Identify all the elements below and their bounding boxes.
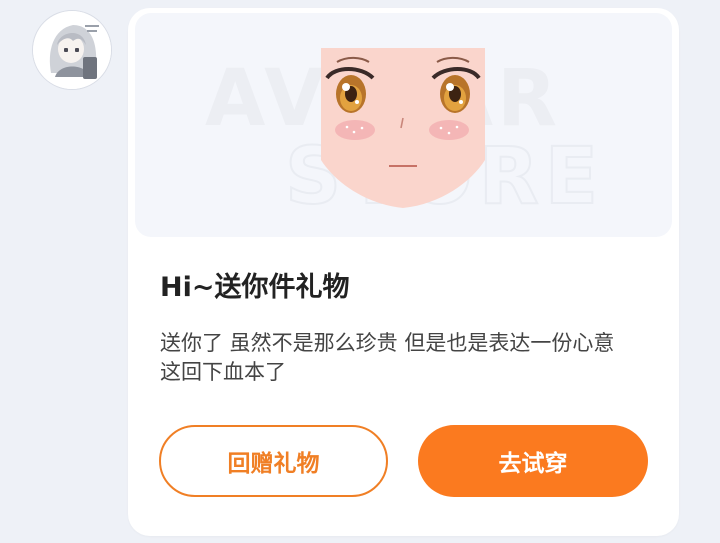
try-on-button[interactable]: 去试穿 <box>418 425 648 497</box>
gift-title: Hi~送你件礼物 <box>160 272 350 303</box>
gift-card: AVATAR STORE <box>128 8 679 536</box>
gift-preview[interactable]: AVATAR STORE <box>135 13 672 237</box>
anime-face-makeup-icon <box>321 48 485 208</box>
return-gift-button[interactable]: 回赠礼物 <box>159 425 388 497</box>
anime-girl-avatar-icon <box>33 11 111 89</box>
sender-avatar[interactable] <box>32 10 112 90</box>
gift-description: 送你了 虽然不是那么珍贵 但是也是表达一份心意 这回下血本了 <box>160 331 615 384</box>
